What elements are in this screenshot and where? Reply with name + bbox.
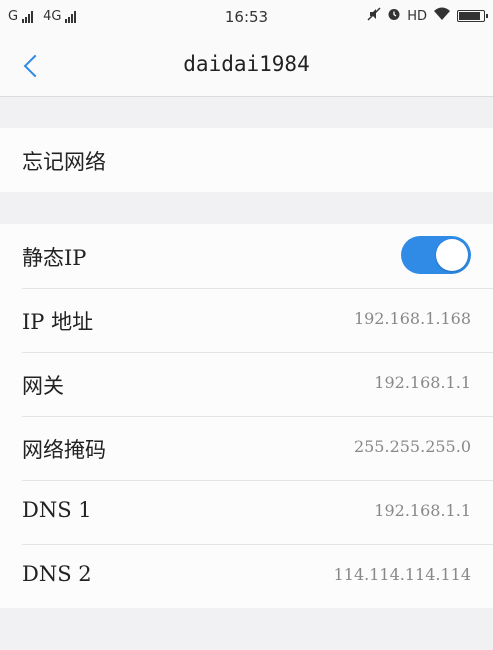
netmask-value: 255.255.255.0 <box>353 437 471 456</box>
alarm-icon <box>387 7 401 25</box>
forget-group: 忘记网络 <box>0 128 493 192</box>
gateway-row[interactable]: 网关 192.168.1.1 <box>0 352 493 416</box>
toggle-knob <box>436 239 468 271</box>
hd-label: HD <box>407 8 427 24</box>
battery-icon <box>457 10 488 22</box>
dns2-row[interactable]: DNS 2 114.114.114.114 <box>0 544 493 608</box>
dns1-row[interactable]: DNS 1 192.168.1.1 <box>0 480 493 544</box>
netmask-label: 网络掩码 <box>22 438 106 462</box>
nav-bar: daidai1984 <box>0 34 493 97</box>
gateway-label: 网关 <box>22 374 64 398</box>
page-title: daidai1984 <box>183 52 310 76</box>
dns1-value: 192.168.1.1 <box>374 501 471 520</box>
wifi-icon <box>433 7 451 25</box>
dns1-label: DNS 1 <box>22 498 92 522</box>
ip-address-row[interactable]: IP 地址 192.168.1.168 <box>0 288 493 352</box>
ip-settings-group: 静态IP IP 地址 192.168.1.168 网关 192.168.1.1 … <box>0 224 493 608</box>
mute-icon <box>367 7 381 25</box>
forget-network-label: 忘记网络 <box>22 150 106 174</box>
forget-network-row[interactable]: 忘记网络 <box>0 128 493 192</box>
static-ip-row: 静态IP <box>0 224 493 288</box>
status-bar: G 4G 16:53 HD <box>0 0 493 34</box>
dns2-value: 114.114.114.114 <box>333 565 471 584</box>
ip-address-label: IP 地址 <box>22 310 94 334</box>
static-ip-label: 静态IP <box>22 246 87 270</box>
status-icons: HD <box>367 7 488 25</box>
netmask-row[interactable]: 网络掩码 255.255.255.0 <box>0 416 493 480</box>
static-ip-toggle[interactable] <box>401 236 471 274</box>
dns2-label: DNS 2 <box>22 562 92 586</box>
gateway-value: 192.168.1.1 <box>374 373 471 392</box>
ip-address-value: 192.168.1.168 <box>353 309 471 328</box>
